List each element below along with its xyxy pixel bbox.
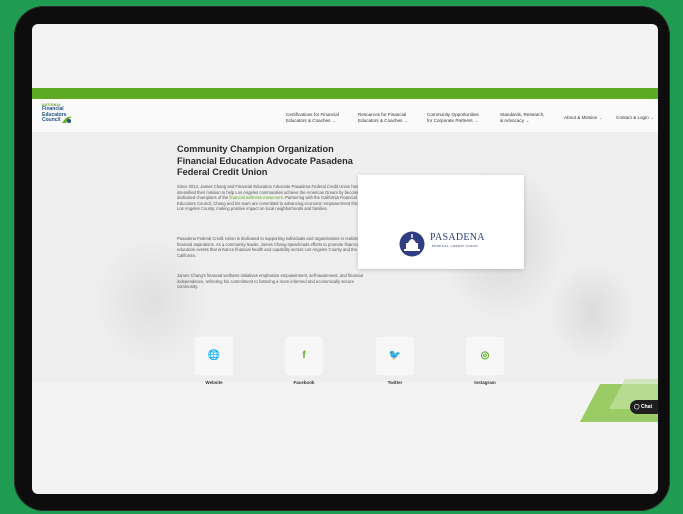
nav-item-label: Contact & Login	[616, 115, 649, 120]
financial-wellness-link[interactable]: financial wellness movement	[229, 195, 282, 200]
partner-logo-name: PASADENA	[430, 232, 485, 243]
nav-item-contact[interactable]: Contact & Login ⌄	[616, 115, 654, 121]
chevron-down-icon: ⌄	[332, 118, 336, 123]
nav-item-label: Educators & Coaches	[286, 118, 331, 123]
twitter-icon: 🐦	[388, 350, 402, 361]
partner-logo-card	[358, 175, 524, 269]
title-line: Financial Education Advocate Pasadena	[177, 155, 353, 166]
logo-swoosh-icon	[62, 116, 72, 123]
social-label-instagram: Instagram	[474, 380, 496, 385]
title-line: Community Champion Organization	[177, 144, 334, 154]
chat-label: Chat	[641, 404, 653, 410]
social-label-twitter: Twitter	[387, 380, 403, 385]
social-label-website: Website	[205, 380, 223, 385]
mission-paragraph: Pasadena Federal Credit Union is dedicat…	[177, 236, 372, 258]
chat-bubble-icon: ◯	[634, 404, 641, 410]
chevron-down-icon: ⌄	[404, 118, 408, 123]
facebook-icon: f	[302, 350, 306, 361]
chevron-down-icon: ⌄	[599, 115, 603, 120]
title-line: Federal Credit Union	[177, 167, 268, 177]
nav-item-label: & Advocacy	[500, 118, 525, 123]
nav-item-label: Educators & Coaches	[358, 118, 403, 123]
page-title: Community Champion Organization Financia…	[177, 144, 357, 179]
nav-item-about[interactable]: About & Mission ⌄	[564, 115, 603, 121]
chevron-down-icon: ⌄	[650, 115, 655, 120]
chat-button[interactable]: ◯ Chat	[630, 400, 658, 414]
intro-paragraph: Since 2014, James Chang and Financial Ed…	[177, 184, 374, 212]
nav-item-resources[interactable]: Resources for Financial Educators & Coac…	[358, 112, 408, 124]
nfec-logo[interactable]: NATIONAL Financial Educators Council	[42, 103, 72, 127]
top-green-bar	[32, 88, 658, 99]
nav-item-standards[interactable]: Standards, Research, & Advocacy ⌄	[500, 112, 544, 124]
instagram-icon: ◎	[480, 350, 490, 361]
chevron-down-icon: ⌄	[474, 118, 479, 123]
pasadena-seal-icon	[399, 231, 425, 257]
social-label-facebook: Facebook	[293, 380, 315, 385]
nav-item-label: for Corporate Partners	[427, 118, 473, 123]
nav-item-community[interactable]: Community Opportunities for Corporate Pa…	[427, 112, 479, 124]
nav-item-certifications[interactable]: Certifications for Financial Educators &…	[286, 112, 339, 124]
partner-logo-subtitle: FEDERAL CREDIT UNION	[432, 244, 478, 248]
nav-item-label: About & Mission	[564, 115, 598, 120]
initiatives-paragraph: James Chang's financial wellness initiat…	[177, 273, 364, 290]
globe-icon: 🌐	[207, 350, 221, 361]
chevron-down-icon: ⌄	[526, 118, 530, 123]
screen: NATIONAL Financial Educators Council Cer…	[32, 24, 658, 494]
